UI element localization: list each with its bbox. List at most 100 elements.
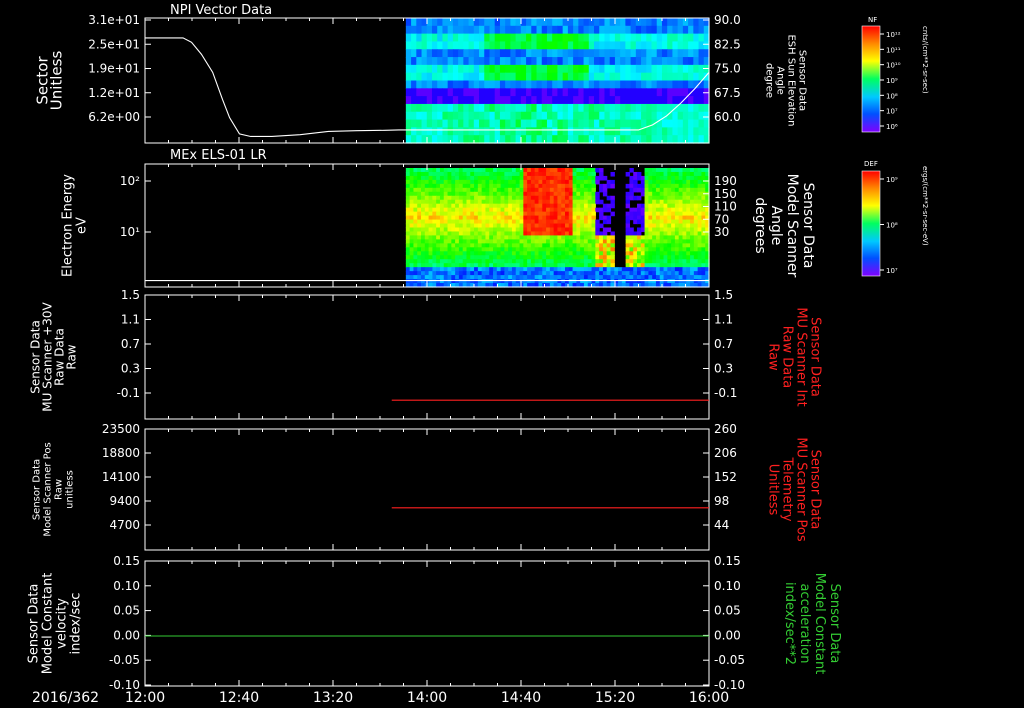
heatmap-cell	[493, 235, 498, 240]
heatmap-cell	[546, 263, 551, 268]
heatmap-cell	[534, 199, 540, 205]
heatmap-cell	[678, 263, 684, 268]
y-axis-label-right: Sensor Data	[827, 584, 842, 664]
heatmap-cell	[442, 18, 449, 27]
heatmap-cell	[493, 171, 498, 177]
heatmap-cell	[641, 96, 647, 105]
heatmap-cell	[667, 96, 674, 105]
heatmap-cell	[580, 267, 585, 272]
heatmap-cell	[583, 239, 589, 244]
heatmap-cell	[499, 33, 506, 43]
heatmap-cell	[515, 179, 521, 185]
heatmap-cell	[690, 195, 695, 201]
heatmap-cell	[436, 203, 441, 209]
heatmap-cell	[688, 111, 694, 121]
heatmap-cell	[655, 195, 661, 201]
heatmap-cell	[439, 227, 445, 233]
heatmap-cell	[470, 243, 475, 248]
heatmap-cell	[473, 96, 480, 105]
heatmap-cell	[580, 195, 585, 201]
time-tick-label: 14:00	[407, 690, 447, 706]
heatmap-cell	[565, 195, 570, 201]
heatmap-cell	[599, 41, 606, 50]
heatmap-cell	[405, 119, 412, 128]
heatmap-cell	[637, 259, 642, 264]
heatmap-cell	[546, 18, 553, 27]
heatmap-cell	[604, 41, 611, 50]
heatmap-cell	[587, 203, 593, 209]
heatmap-cell	[510, 49, 517, 58]
heatmap-cell	[439, 207, 445, 213]
heatmap-cell	[565, 191, 570, 197]
heatmap-cell	[667, 175, 672, 181]
heatmap-cell	[682, 33, 689, 43]
heatmap-cell	[504, 187, 509, 193]
heatmap-cell	[462, 187, 468, 193]
time-tick-label: 12:00	[125, 690, 165, 706]
heatmap-cell	[594, 119, 600, 128]
heatmap-cell	[659, 227, 665, 233]
heatmap-cell	[599, 259, 604, 264]
heatmap-cell	[637, 227, 642, 233]
heatmap-cell	[656, 103, 663, 113]
heatmap-cell	[682, 239, 687, 244]
heatmap-cell	[674, 195, 680, 201]
heatmap-cell	[505, 135, 511, 144]
heatmap-cell	[701, 227, 706, 233]
heatmap-cell	[515, 279, 521, 284]
heatmap-cell	[572, 211, 577, 217]
heatmap-cell	[701, 211, 706, 217]
heatmap-cell	[500, 199, 505, 205]
heatmap-cell	[515, 96, 522, 105]
heatmap-cell	[568, 171, 574, 177]
y-tick-label-right: 0.05	[714, 604, 741, 618]
heatmap-cell	[671, 179, 676, 185]
heatmap-cell	[667, 271, 672, 276]
heatmap-cell	[580, 183, 585, 189]
heatmap-cell	[648, 203, 653, 209]
heatmap-cell	[458, 179, 464, 185]
heatmap-cell	[594, 111, 600, 121]
heatmap-cell	[580, 171, 585, 177]
heatmap-cell	[644, 191, 649, 197]
heatmap-cell	[447, 243, 452, 248]
heatmap-cell	[431, 96, 438, 105]
heatmap-cell	[690, 223, 695, 229]
heatmap-cell	[671, 243, 676, 248]
heatmap-cell	[409, 171, 415, 177]
heatmap-cell	[505, 103, 511, 113]
heatmap-cell	[602, 235, 608, 240]
heatmap-cell	[701, 267, 706, 272]
heatmap-cell	[606, 275, 612, 280]
heatmap-cell	[671, 231, 676, 237]
heatmap-cell	[534, 168, 540, 173]
heatmap-cell	[421, 235, 426, 240]
heatmap-cell	[557, 259, 562, 264]
heatmap-cell	[489, 25, 496, 35]
heatmap-cell	[489, 183, 494, 189]
heatmap-cell	[474, 168, 479, 173]
heatmap-cell	[538, 255, 543, 260]
heatmap-cell	[505, 41, 511, 50]
heatmap-cell	[484, 80, 491, 89]
heatmap-cell	[567, 96, 574, 105]
heatmap-cell	[625, 119, 632, 128]
heatmap-cell	[538, 251, 543, 256]
heatmap-cell	[470, 279, 475, 284]
heatmap-cell	[411, 119, 417, 128]
heatmap-cell	[637, 251, 642, 256]
heatmap-cell	[690, 259, 695, 264]
heatmap-cell	[428, 235, 433, 240]
heatmap-cell	[511, 279, 517, 284]
heatmap-cell	[591, 235, 596, 240]
heatmap-cell	[583, 96, 590, 105]
heatmap-cell	[682, 259, 687, 264]
heatmap-cell	[633, 255, 638, 260]
heatmap-cell	[693, 255, 699, 260]
heatmap-cell	[580, 247, 585, 252]
heatmap-cell	[640, 219, 646, 225]
heatmap-cell	[562, 57, 569, 66]
heatmap-cell	[549, 255, 555, 260]
heatmap-cell	[671, 279, 676, 284]
heatmap-cell	[552, 18, 559, 27]
